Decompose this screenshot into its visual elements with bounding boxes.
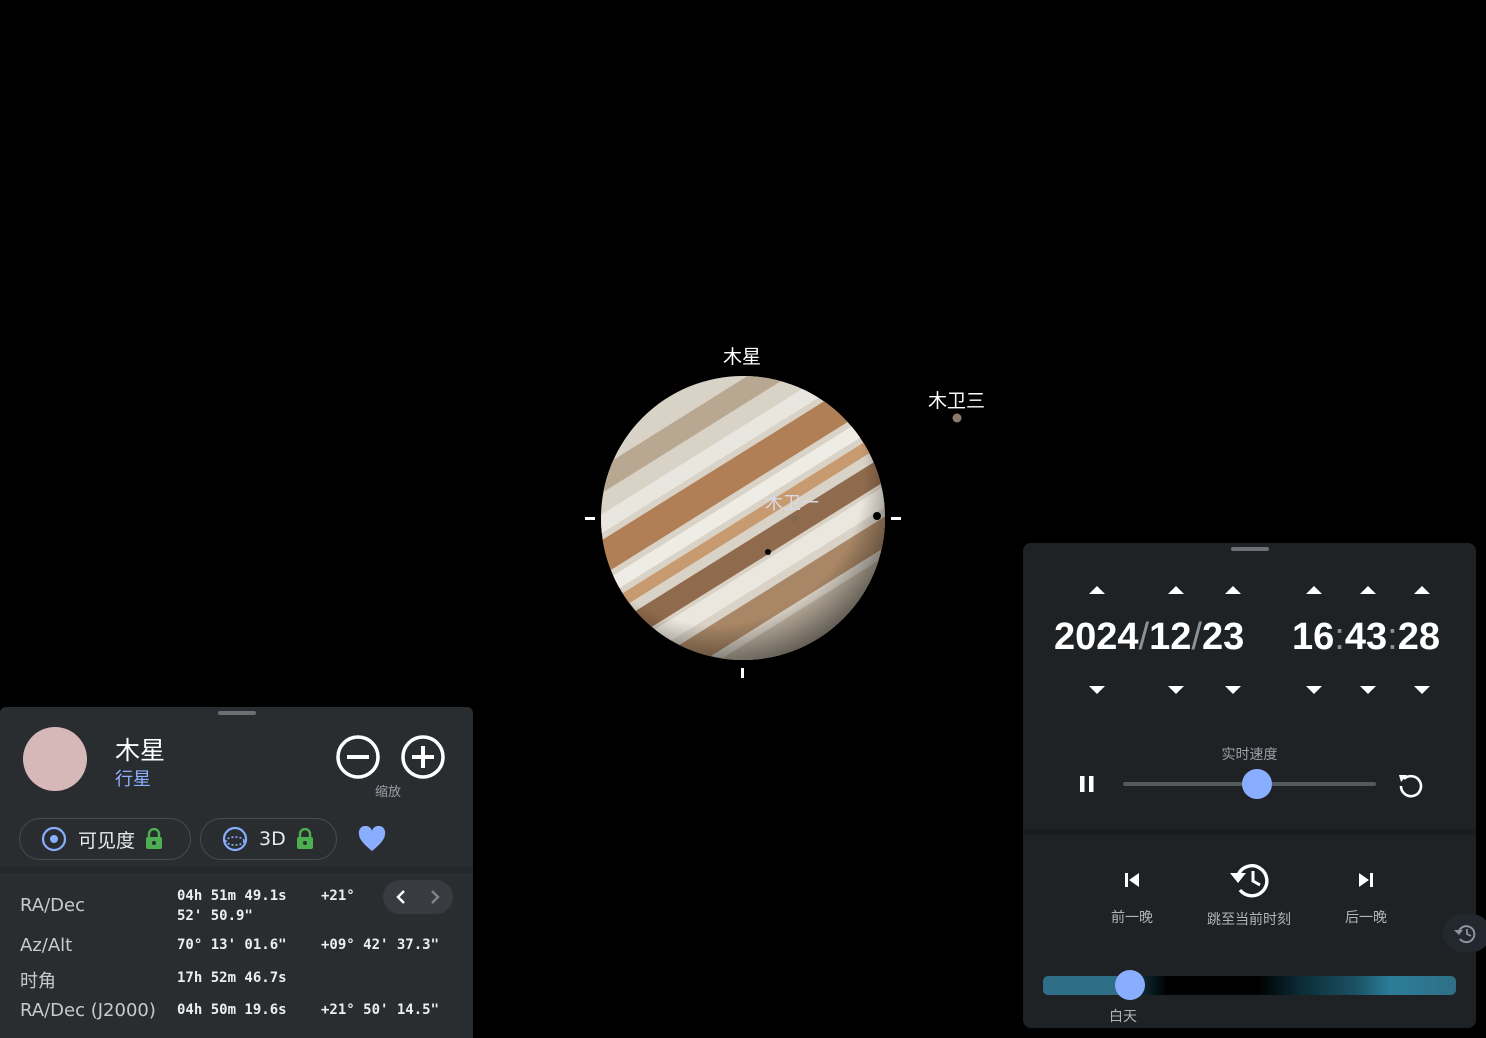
moon-label-ganymede[interactable]: 木卫三 — [928, 386, 985, 413]
second-value[interactable]: 28 — [1398, 616, 1440, 658]
radec-dec-min: 52' 50.9" — [177, 908, 253, 924]
radec-dec-deg: +21° — [321, 888, 355, 904]
heart-icon[interactable] — [358, 826, 386, 852]
panel-drag-handle[interactable] — [1230, 547, 1269, 551]
month-value[interactable]: 12 — [1149, 616, 1191, 658]
hour-angle-value: 17h 52m 46.7s — [177, 970, 287, 986]
prev-night-label[interactable]: 前一晚 — [1111, 907, 1153, 927]
minute-value[interactable]: 43 — [1345, 616, 1387, 658]
3d-chip[interactable]: 3D — [200, 818, 337, 860]
daylight-label: 白天 — [1109, 1009, 1137, 1025]
speed-slider-knob[interactable] — [1242, 769, 1273, 799]
visibility-target-icon — [41, 826, 67, 852]
second-up-arrow[interactable] — [1414, 586, 1430, 594]
object-name: 木星 — [115, 736, 166, 765]
object-type[interactable]: 行星 — [115, 765, 151, 791]
day-up-arrow[interactable] — [1225, 586, 1241, 594]
row-label-radec-j2000: RA/Dec (J2000) — [20, 1000, 156, 1021]
hour-down-arrow[interactable] — [1306, 686, 1322, 694]
panel-drag-handle[interactable] — [217, 711, 256, 715]
reticle-bottom-tick — [741, 668, 744, 678]
history-jump-icon[interactable] — [1226, 859, 1272, 901]
second-down-arrow[interactable] — [1414, 686, 1430, 694]
month-up-arrow[interactable] — [1168, 586, 1184, 594]
object-avatar — [23, 727, 87, 791]
reticle-left-tick — [585, 517, 595, 520]
row-label-azalt: Az/Alt — [20, 935, 73, 956]
lock-icon — [146, 828, 163, 849]
daylight-timeline-bar[interactable] — [1043, 976, 1456, 995]
radec-j2000-ra: 04h 50m 19.6s — [177, 1002, 287, 1018]
radec-j2000-dec: +21° 50' 14.5" — [321, 1002, 440, 1018]
lock-icon — [296, 828, 313, 849]
skip-next-icon[interactable] — [1356, 870, 1376, 890]
minute-up-arrow[interactable] — [1360, 586, 1376, 594]
day-down-arrow[interactable] — [1225, 686, 1241, 694]
panel-divider — [0, 867, 473, 873]
jupiter-disk[interactable] — [550, 329, 963, 724]
object-info-panel: 木星 行星 缩放 可见度 3D RA/Dec 04h 51m 49.1s +21… — [0, 707, 473, 1038]
io-shadow-spot — [765, 549, 771, 555]
coordinate-pager — [383, 880, 453, 914]
time-display: 16:43:28 — [1292, 616, 1440, 658]
europa-moon — [873, 512, 881, 520]
next-night-label[interactable]: 后一晚 — [1345, 907, 1387, 927]
year-value[interactable]: 2024 — [1054, 616, 1139, 658]
visibility-chip-label: 可见度 — [78, 829, 136, 852]
panel-divider — [1023, 829, 1476, 835]
minute-down-arrow[interactable] — [1360, 686, 1376, 694]
pause-icon[interactable] — [1078, 774, 1096, 794]
jump-now-label[interactable]: 跳至当前时刻 — [1207, 909, 1291, 929]
zoom-label: 缩放 — [375, 785, 402, 800]
chevron-right-icon[interactable] — [428, 889, 442, 905]
row-label-hour-angle: 时角 — [20, 971, 56, 992]
visibility-chip[interactable]: 可见度 — [19, 818, 191, 860]
date-display: 2024/12/23 — [1054, 616, 1245, 658]
zoom-in-button[interactable] — [400, 734, 446, 780]
radec-ra: 04h 51m 49.1s — [177, 888, 287, 904]
planet-label[interactable]: 木星 — [723, 342, 761, 369]
month-down-arrow[interactable] — [1168, 686, 1184, 694]
3d-chip-label: 3D — [259, 828, 286, 850]
day-value[interactable]: 23 — [1202, 616, 1244, 658]
daylight-timeline-knob[interactable] — [1114, 970, 1145, 1000]
chevron-left-icon[interactable] — [394, 889, 408, 905]
reset-speed-icon[interactable] — [1396, 770, 1426, 800]
skip-previous-icon[interactable] — [1122, 870, 1142, 890]
3d-orbit-icon — [222, 826, 248, 852]
zoom-out-button[interactable] — [335, 734, 381, 780]
reticle-right-tick — [891, 517, 901, 520]
time-control-panel: 2024/12/23 16:43:28 实时速度 前一晚 跳至当前时刻 后一晚 — [1023, 543, 1476, 1028]
ganymede-moon — [952, 413, 962, 423]
row-label-radec: RA/Dec — [20, 895, 85, 916]
azalt-alt: +09° 42' 37.3" — [321, 937, 440, 953]
year-up-arrow[interactable] — [1089, 586, 1105, 594]
hour-value[interactable]: 16 — [1292, 616, 1334, 658]
azalt-az: 70° 13' 01.6" — [177, 937, 287, 953]
year-down-arrow[interactable] — [1089, 686, 1105, 694]
hour-up-arrow[interactable] — [1306, 586, 1322, 594]
moon-label-io[interactable]: 木卫一 — [765, 489, 819, 515]
history-icon — [1454, 925, 1476, 944]
io-moon — [791, 516, 797, 522]
history-button[interactable] — [1443, 914, 1486, 952]
speed-label: 实时速度 — [1221, 747, 1278, 763]
